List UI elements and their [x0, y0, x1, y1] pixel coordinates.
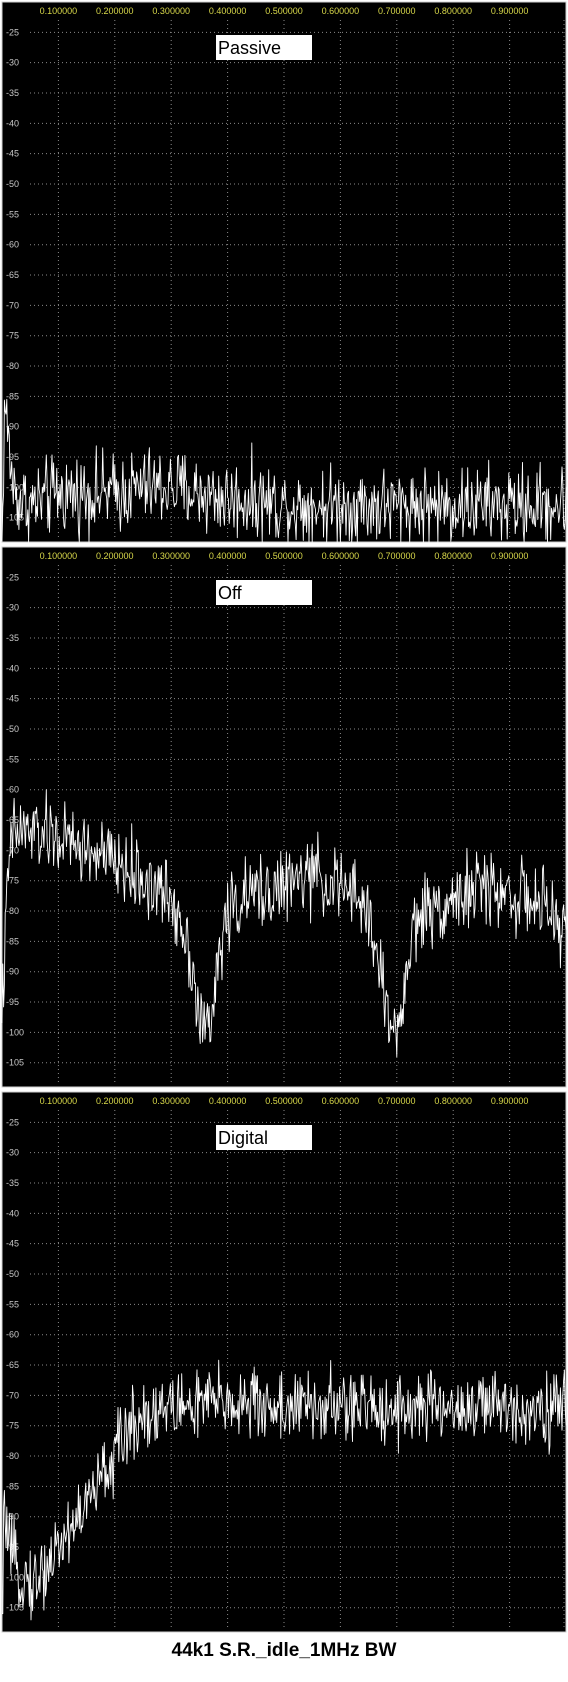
y-tick-label: -80	[6, 1451, 19, 1461]
y-tick-label: -105	[6, 1603, 24, 1613]
y-tick-label: -65	[6, 1360, 19, 1370]
y-tick-label: -60	[6, 1330, 19, 1340]
x-tick-label: 0.300000	[152, 6, 190, 16]
spectrum-panel-off: 0.100000 0.200000 0.300000 0.400000 0.500000…	[0, 545, 568, 1089]
x-tick-label: 0.700000	[378, 6, 416, 16]
x-tick-label: 0.400000	[209, 551, 247, 561]
y-tick-label: -40	[6, 1208, 19, 1218]
y-tick-label: -35	[6, 633, 19, 643]
panel-label: Digital	[218, 1128, 268, 1148]
y-tick-label: -95	[6, 452, 19, 462]
x-tick-label: 0.600000	[322, 551, 360, 561]
x-tick-label: 0.500000	[265, 1096, 303, 1106]
y-tick-label: -80	[6, 906, 19, 916]
y-tick-label: -100	[6, 1572, 24, 1582]
y-tick-label: -50	[6, 179, 19, 189]
y-tick-label: -75	[6, 1421, 19, 1431]
y-tick-label: -30	[6, 58, 19, 68]
y-tick-label: -55	[6, 209, 19, 219]
x-tick-label: 0.300000	[152, 1096, 190, 1106]
y-tick-label: -55	[6, 754, 19, 764]
x-tick-label: 0.900000	[491, 6, 529, 16]
y-tick-label: -40	[6, 663, 19, 673]
y-tick-label: -60	[6, 240, 19, 250]
y-tick-label: -105	[6, 1058, 24, 1068]
y-tick-label: -75	[6, 331, 19, 341]
x-tick-label: 0.700000	[378, 551, 416, 561]
y-tick-label: -85	[6, 391, 19, 401]
y-tick-label: -45	[6, 149, 19, 159]
panel-label: Passive	[218, 38, 281, 58]
y-tick-label: -25	[6, 1117, 19, 1127]
x-tick-label: 0.200000	[96, 551, 134, 561]
spectrum-panel-passive: 0.100000 0.200000 0.300000 0.400000 0.500000…	[0, 0, 568, 544]
y-tick-label: -25	[6, 572, 19, 582]
y-tick-label: -65	[6, 270, 19, 280]
x-tick-label: 0.200000	[96, 6, 134, 16]
y-tick-label: -30	[6, 1148, 19, 1158]
x-tick-label: 0.800000	[434, 551, 472, 561]
y-tick-label: -100	[6, 1027, 24, 1037]
x-tick-label: 0.800000	[434, 6, 472, 16]
x-tick-label: 0.900000	[491, 551, 529, 561]
y-tick-label: -90	[6, 967, 19, 977]
x-tick-label: 0.200000	[96, 1096, 134, 1106]
chart-svg: 0.100000 0.200000 0.300000 0.400000 0.500000…	[1, 546, 567, 1088]
y-tick-label: -35	[6, 88, 19, 98]
x-tick-label: 0.700000	[378, 1096, 416, 1106]
x-tick-label: 0.300000	[152, 551, 190, 561]
x-tick-label: 0.800000	[434, 1096, 472, 1106]
y-tick-label: -55	[6, 1299, 19, 1309]
y-tick-label: -45	[6, 694, 19, 704]
y-tick-label: -60	[6, 785, 19, 795]
y-tick-label: -80	[6, 361, 19, 371]
y-tick-label: -90	[6, 1512, 19, 1522]
x-tick-label: 0.100000	[40, 6, 78, 16]
y-tick-label: -70	[6, 300, 19, 310]
x-tick-label: 0.400000	[209, 1096, 247, 1106]
y-tick-label: -45	[6, 1239, 19, 1249]
panel-label: Off	[218, 583, 243, 603]
y-tick-label: -50	[6, 1269, 19, 1279]
chart-svg: 0.100000 0.200000 0.300000 0.400000 0.500000…	[1, 1091, 567, 1633]
y-tick-label: -35	[6, 1178, 19, 1188]
x-tick-label: 0.500000	[265, 551, 303, 561]
x-tick-label: 0.500000	[265, 6, 303, 16]
x-tick-label: 0.900000	[491, 1096, 529, 1106]
y-tick-label: -40	[6, 118, 19, 128]
x-tick-label: 0.100000	[40, 1096, 78, 1106]
y-tick-label: -95	[6, 997, 19, 1007]
y-tick-label: -25	[6, 27, 19, 37]
y-tick-label: -85	[6, 1481, 19, 1491]
spectrum-panel-digital: 0.100000 0.200000 0.300000 0.400000 0.500000…	[0, 1090, 568, 1634]
figure-caption: 44k1 S.R._idle_1MHz BW	[171, 1640, 397, 1661]
y-tick-label: -50	[6, 724, 19, 734]
x-tick-label: 0.600000	[322, 6, 360, 16]
y-tick-label: -70	[6, 1390, 19, 1400]
x-tick-label: 0.400000	[209, 6, 247, 16]
y-tick-label: -85	[6, 936, 19, 946]
y-tick-label: -30	[6, 603, 19, 613]
x-tick-label: 0.600000	[322, 1096, 360, 1106]
x-tick-label: 0.100000	[40, 551, 78, 561]
chart-svg: 0.100000 0.200000 0.300000 0.400000 0.500000…	[1, 1, 567, 543]
